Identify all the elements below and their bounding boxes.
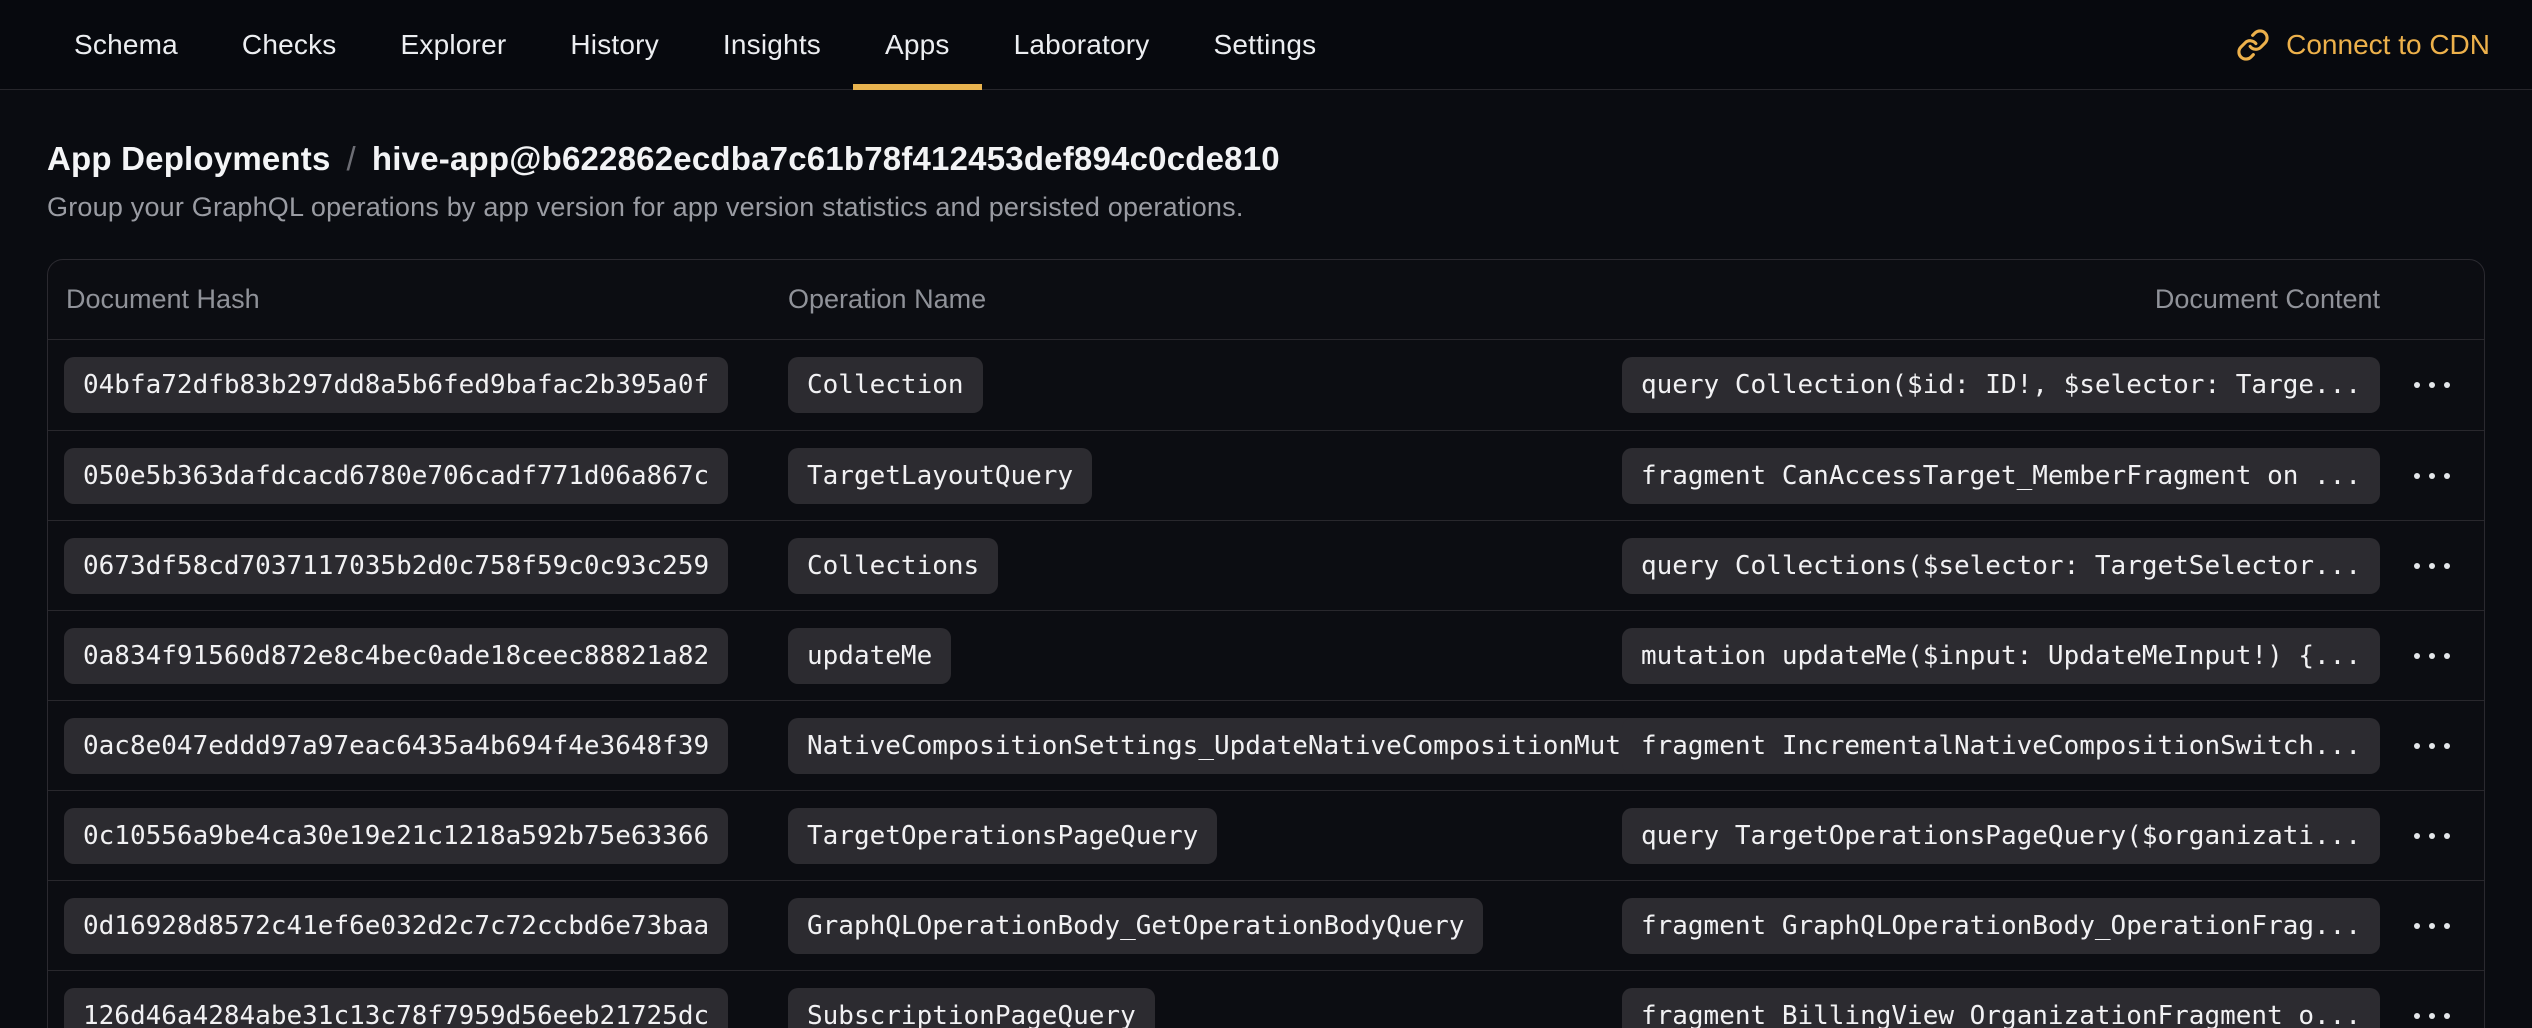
link-icon [2236, 28, 2270, 62]
ellipsis-icon [2414, 563, 2420, 569]
deployments-table: Document Hash Operation Name Document Co… [47, 259, 2485, 1028]
table-row: 0d16928d8572c41ef6e032d2c7c72ccbd6e73baa… [48, 880, 2484, 970]
column-header-document-content: Document Content [2155, 284, 2380, 315]
operation-name-pill: Collection [788, 357, 983, 413]
table-row: 0673df58cd7037117035b2d0c758f59c0c93c259… [48, 520, 2484, 610]
table-row: 04bfa72dfb83b297dd8a5b6fed9bafac2b395a0f… [48, 340, 2484, 430]
document-content-pill: fragment BillingView_OrganizationFragmen… [1622, 988, 2380, 1028]
operation-name-pill: NativeCompositionSettings_UpdateNativeCo… [788, 718, 1718, 774]
document-hash-pill: 0d16928d8572c41ef6e032d2c7c72ccbd6e73baa [64, 898, 728, 954]
operation-name-pill: TargetLayoutQuery [788, 448, 1092, 504]
nav-tab-insights[interactable]: Insights [691, 0, 853, 89]
nav-tab-history[interactable]: History [538, 0, 691, 89]
nav-tab-settings[interactable]: Settings [1182, 0, 1349, 89]
operation-name-pill: Collections [788, 538, 998, 594]
table-row: 0ac8e047eddd97a97eac6435a4b694f4e3648f39… [48, 700, 2484, 790]
page-head: App Deployments / hive-app@b622862ecdba7… [47, 140, 2485, 223]
row-menu-button[interactable] [2404, 553, 2460, 579]
document-content-pill: mutation updateMe($input: UpdateMeInput!… [1622, 628, 2380, 684]
document-content-pill: fragment IncrementalNativeCompositionSwi… [1622, 718, 2380, 774]
document-hash-pill: 126d46a4284abe31c13c78f7959d56eeb21725dc [64, 988, 728, 1028]
document-hash-pill: 0a834f91560d872e8c4bec0ade18ceec88821a82 [64, 628, 728, 684]
breadcrumb-app-deployments-link[interactable]: App Deployments [47, 140, 331, 178]
column-header-document-hash: Document Hash [48, 284, 788, 315]
row-menu-button[interactable] [2404, 1003, 2460, 1028]
nav-tab-laboratory[interactable]: Laboratory [982, 0, 1182, 89]
breadcrumb-separator: / [347, 140, 356, 178]
document-content-pill: query Collections($selector: TargetSelec… [1622, 538, 2380, 594]
nav-tab-explorer[interactable]: Explorer [369, 0, 539, 89]
row-menu-button[interactable] [2404, 463, 2460, 489]
document-content-pill: query Collection($id: ID!, $selector: Ta… [1622, 357, 2380, 413]
connect-to-cdn-label: Connect to CDN [2286, 29, 2490, 61]
document-content-pill: fragment GraphQLOperationBody_OperationF… [1622, 898, 2380, 954]
ellipsis-icon [2414, 833, 2420, 839]
operation-name-pill: TargetOperationsPageQuery [788, 808, 1217, 864]
table-row: 0c10556a9be4ca30e19e21c1218a592b75e63366… [48, 790, 2484, 880]
table-row: 126d46a4284abe31c13c78f7959d56eeb21725dc… [48, 970, 2484, 1028]
breadcrumb-app-version: hive-app@b622862ecdba7c61b78f412453def89… [372, 140, 1280, 178]
document-hash-pill: 0673df58cd7037117035b2d0c758f59c0c93c259 [64, 538, 728, 594]
table-header-row: Document Hash Operation Name Document Co… [48, 260, 2484, 340]
operation-name-pill: updateMe [788, 628, 951, 684]
row-menu-button[interactable] [2404, 823, 2460, 849]
connect-to-cdn-button[interactable]: Connect to CDN [2236, 0, 2490, 89]
document-hash-pill: 0ac8e047eddd97a97eac6435a4b694f4e3648f39 [64, 718, 728, 774]
row-menu-button[interactable] [2404, 913, 2460, 939]
row-menu-button[interactable] [2404, 372, 2460, 398]
nav-tab-schema[interactable]: Schema [42, 0, 210, 89]
top-nav: SchemaChecksExplorerHistoryInsightsAppsL… [0, 0, 2532, 90]
document-content-pill: query TargetOperationsPageQuery($organiz… [1622, 808, 2380, 864]
row-menu-button[interactable] [2404, 643, 2460, 669]
nav-tabs: SchemaChecksExplorerHistoryInsightsAppsL… [42, 0, 1348, 89]
ellipsis-icon [2414, 382, 2420, 388]
document-hash-pill: 0c10556a9be4ca30e19e21c1218a592b75e63366 [64, 808, 728, 864]
breadcrumb: App Deployments / hive-app@b622862ecdba7… [47, 140, 2485, 178]
ellipsis-icon [2414, 743, 2420, 749]
document-hash-pill: 04bfa72dfb83b297dd8a5b6fed9bafac2b395a0f [64, 357, 728, 413]
nav-tab-apps[interactable]: Apps [853, 0, 982, 89]
ellipsis-icon [2414, 473, 2420, 479]
ellipsis-icon [2414, 653, 2420, 659]
main-content: App Deployments / hive-app@b622862ecdba7… [0, 140, 2532, 1028]
operation-name-pill: GraphQLOperationBody_GetOperationBodyQue… [788, 898, 1483, 954]
ellipsis-icon [2414, 923, 2420, 929]
document-content-pill: fragment CanAccessTarget_MemberFragment … [1622, 448, 2380, 504]
table-row: 0a834f91560d872e8c4bec0ade18ceec88821a82… [48, 610, 2484, 700]
row-menu-button[interactable] [2404, 733, 2460, 759]
document-hash-pill: 050e5b363dafdcacd6780e706cadf771d06a867c [64, 448, 728, 504]
table-body: 04bfa72dfb83b297dd8a5b6fed9bafac2b395a0f… [48, 340, 2484, 1028]
nav-tab-checks[interactable]: Checks [210, 0, 369, 89]
page-subtitle: Group your GraphQL operations by app ver… [47, 192, 2485, 223]
operation-name-pill: SubscriptionPageQuery [788, 988, 1155, 1028]
column-header-operation-name: Operation Name [788, 284, 2155, 315]
table-row: 050e5b363dafdcacd6780e706cadf771d06a867c… [48, 430, 2484, 520]
ellipsis-icon [2414, 1013, 2420, 1019]
